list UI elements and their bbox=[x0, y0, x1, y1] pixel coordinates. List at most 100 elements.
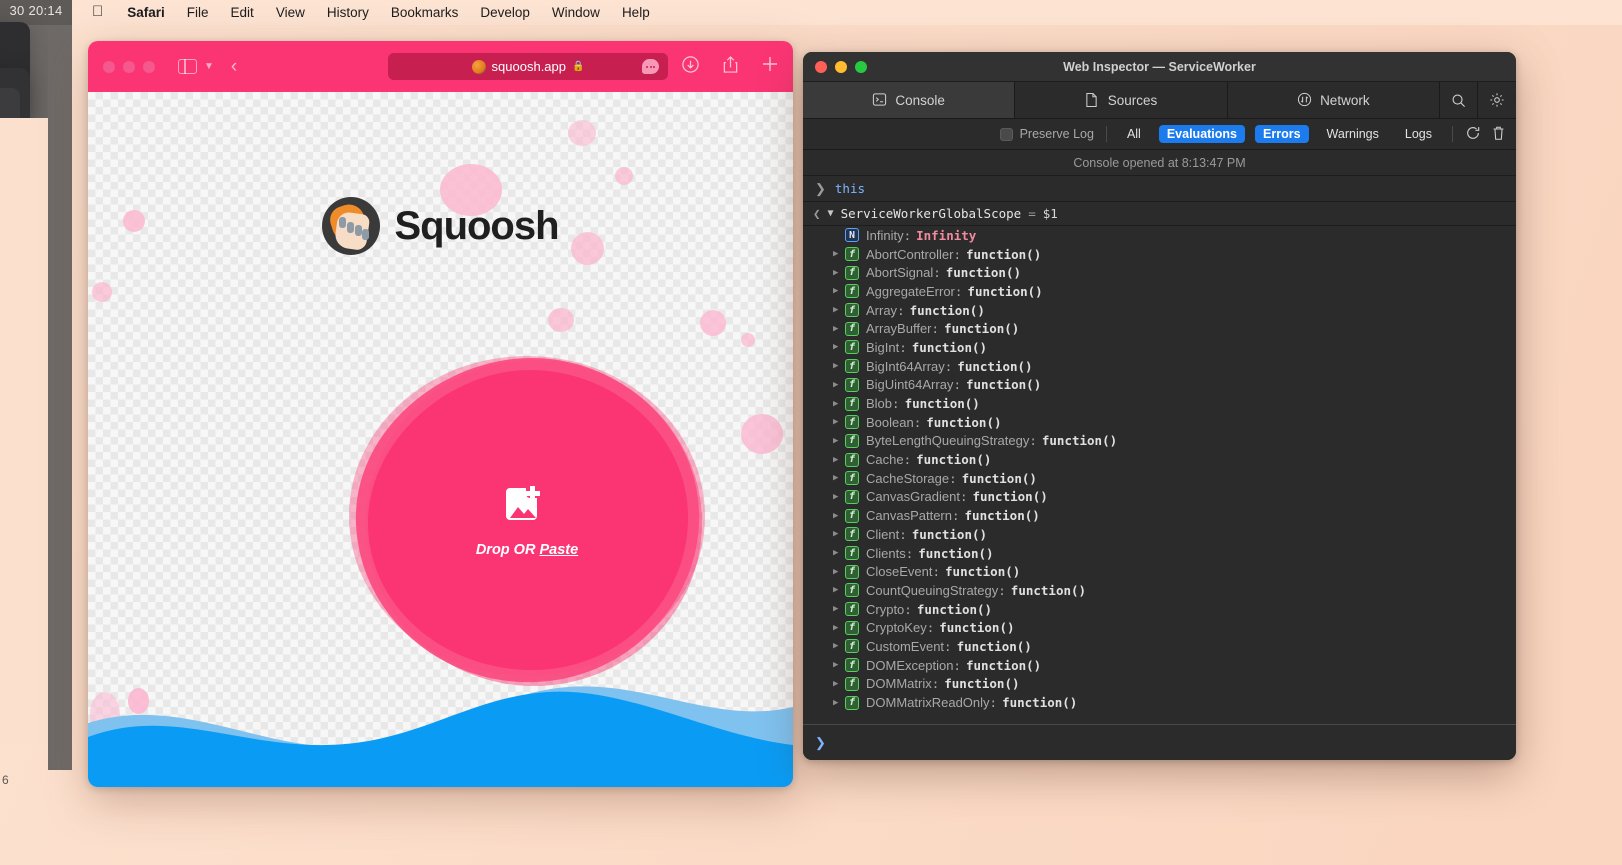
address-bar[interactable]: squoosh.app 🔒 bbox=[388, 53, 668, 80]
menu-item-help[interactable]: Help bbox=[611, 5, 661, 20]
filter-all[interactable]: All bbox=[1119, 125, 1149, 143]
filter-warnings[interactable]: Warnings bbox=[1319, 125, 1387, 143]
disclosure-triangle-icon[interactable]: ▶ bbox=[833, 324, 845, 334]
disclosure-triangle-open-icon[interactable]: ▼ bbox=[828, 208, 834, 219]
disclosure-triangle-icon[interactable]: ▶ bbox=[833, 567, 845, 577]
property-row[interactable]: ▶fCountQueuingStrategy:function() bbox=[803, 581, 1516, 600]
property-row[interactable]: ▶fClients:function() bbox=[803, 544, 1516, 563]
share-icon[interactable] bbox=[722, 55, 739, 79]
property-row[interactable]: ▶fBlob:function() bbox=[803, 394, 1516, 413]
property-row[interactable]: ▶fAggregateError:function() bbox=[803, 282, 1516, 301]
property-value: function() bbox=[957, 359, 1032, 374]
filter-logs[interactable]: Logs bbox=[1397, 125, 1440, 143]
plus-icon[interactable] bbox=[761, 55, 779, 78]
paste-link[interactable]: Paste bbox=[539, 542, 578, 558]
disclosure-triangle-icon[interactable]: ▶ bbox=[833, 679, 845, 689]
console-result-row[interactable]: ❮ ▼ ServiceWorkerGlobalScope = $1 bbox=[803, 202, 1516, 226]
property-row[interactable]: ▶fCacheStorage:function() bbox=[803, 469, 1516, 488]
console-input-prompt[interactable]: ❯ bbox=[803, 724, 1516, 760]
property-row[interactable]: ▶fCrypto:function() bbox=[803, 600, 1516, 619]
property-row[interactable]: ▶fDOMException:function() bbox=[803, 656, 1516, 675]
disclosure-triangle-icon[interactable]: ▶ bbox=[833, 511, 845, 521]
menu-item-window[interactable]: Window bbox=[541, 5, 611, 20]
sidebar-toggle-icon[interactable] bbox=[178, 59, 197, 74]
menu-item-view[interactable]: View bbox=[265, 5, 316, 20]
console-evaluation-row[interactable]: ❯ this bbox=[803, 176, 1516, 202]
disclosure-triangle-icon[interactable]: ▶ bbox=[833, 585, 845, 595]
property-row[interactable]: ▶fArrayBuffer:function() bbox=[803, 319, 1516, 338]
disclosure-triangle-icon[interactable]: ▶ bbox=[833, 548, 845, 558]
disclosure-triangle-icon[interactable]: ▶ bbox=[833, 361, 845, 371]
property-name: Blob bbox=[866, 396, 892, 411]
property-row[interactable]: ▶fCloseEvent:function() bbox=[803, 562, 1516, 581]
disclosure-triangle-icon[interactable]: ▶ bbox=[833, 660, 845, 670]
preserve-log-checkbox[interactable] bbox=[1000, 128, 1013, 141]
property-row[interactable]: ▶fDOMMatrix:function() bbox=[803, 675, 1516, 694]
property-row[interactable]: ▶fCanvasPattern:function() bbox=[803, 506, 1516, 525]
apple-logo-icon[interactable]:  bbox=[84, 3, 116, 22]
trash-icon[interactable] bbox=[1491, 125, 1506, 144]
property-row[interactable]: ▶fBigInt64Array:function() bbox=[803, 357, 1516, 376]
property-row[interactable]: ▶fBigInt:function() bbox=[803, 338, 1516, 357]
chevron-left-icon[interactable]: ‹ bbox=[231, 56, 237, 78]
property-row[interactable]: ▶fClient:function() bbox=[803, 525, 1516, 544]
reader-dots-icon[interactable] bbox=[642, 59, 659, 74]
property-value: function() bbox=[944, 676, 1019, 691]
disclosure-triangle-icon[interactable]: ▶ bbox=[833, 305, 845, 315]
property-row[interactable]: ▶fCache:function() bbox=[803, 450, 1516, 469]
property-row[interactable]: ▶fCryptoKey:function() bbox=[803, 618, 1516, 637]
disclosure-triangle-icon[interactable]: ▶ bbox=[833, 473, 845, 483]
disclosure-triangle-icon[interactable]: ▶ bbox=[833, 286, 845, 296]
minimize-window-button[interactable] bbox=[123, 61, 135, 73]
function-badge-icon: f bbox=[845, 378, 859, 392]
chevron-down-icon[interactable]: ▼ bbox=[204, 61, 214, 72]
gear-icon[interactable] bbox=[1478, 82, 1516, 118]
disclosure-triangle-icon[interactable]: ▶ bbox=[833, 604, 845, 614]
disclosure-triangle-icon[interactable]: ▶ bbox=[833, 268, 845, 278]
property-row[interactable]: ▶fAbortSignal:function() bbox=[803, 263, 1516, 282]
property-row[interactable]: ▶fCustomEvent:function() bbox=[803, 637, 1516, 656]
disclosure-triangle-icon[interactable]: ▶ bbox=[833, 342, 845, 352]
disclosure-triangle-icon[interactable]: ▶ bbox=[833, 417, 845, 427]
property-row[interactable]: ▶fBigUint64Array:function() bbox=[803, 376, 1516, 395]
menu-item-file[interactable]: File bbox=[176, 5, 220, 20]
close-window-button[interactable] bbox=[103, 61, 115, 73]
property-row[interactable]: ▶fArray:function() bbox=[803, 301, 1516, 320]
disclosure-triangle-icon[interactable]: ▶ bbox=[833, 436, 845, 446]
property-value: function() bbox=[918, 546, 993, 561]
clear-console-icon[interactable] bbox=[1465, 125, 1481, 144]
menu-item-bookmarks[interactable]: Bookmarks bbox=[380, 5, 470, 20]
disclosure-triangle-icon[interactable]: ▶ bbox=[833, 380, 845, 390]
disclosure-triangle-icon[interactable]: ▶ bbox=[833, 399, 845, 409]
disclosure-triangle-icon[interactable]: ▶ bbox=[833, 641, 845, 651]
property-row[interactable]: NInfinity:Infinity bbox=[803, 226, 1516, 245]
squoosh-logo: Squoosh bbox=[88, 197, 793, 255]
disclosure-triangle-icon[interactable]: ▶ bbox=[833, 455, 845, 465]
disclosure-triangle-icon[interactable]: ▶ bbox=[833, 623, 845, 633]
tab-console[interactable]: Console bbox=[803, 82, 1015, 118]
disclosure-triangle-icon[interactable]: ▶ bbox=[833, 492, 845, 502]
disclosure-triangle-icon[interactable]: ▶ bbox=[833, 249, 845, 259]
chevron-right-icon: ❯ bbox=[815, 181, 826, 197]
tab-network[interactable]: Network bbox=[1228, 82, 1440, 118]
disclosure-triangle-icon[interactable]: ▶ bbox=[833, 529, 845, 539]
preserve-log-toggle[interactable]: Preserve Log bbox=[1000, 127, 1094, 141]
filter-evaluations[interactable]: Evaluations bbox=[1159, 125, 1245, 143]
zoom-window-button[interactable] bbox=[143, 61, 155, 73]
property-row[interactable]: ▶fByteLengthQueuingStrategy:function() bbox=[803, 432, 1516, 451]
menu-item-safari[interactable]: Safari bbox=[116, 5, 176, 20]
menu-item-develop[interactable]: Develop bbox=[469, 5, 541, 20]
property-row[interactable]: ▶fAbortController:function() bbox=[803, 245, 1516, 264]
disclosure-triangle-icon[interactable]: ▶ bbox=[833, 698, 845, 708]
navigate-back-icon[interactable]: ❮ bbox=[813, 206, 821, 221]
tab-sources[interactable]: Sources bbox=[1015, 82, 1227, 118]
property-row[interactable]: ▶fBoolean:function() bbox=[803, 413, 1516, 432]
search-icon[interactable] bbox=[1440, 82, 1478, 118]
filter-errors[interactable]: Errors bbox=[1255, 125, 1309, 143]
menu-item-edit[interactable]: Edit bbox=[220, 5, 265, 20]
download-icon[interactable] bbox=[681, 55, 700, 79]
property-row[interactable]: ▶fCanvasGradient:function() bbox=[803, 488, 1516, 507]
menu-item-history[interactable]: History bbox=[316, 5, 380, 20]
property-row[interactable]: ▶fDOMMatrixReadOnly:function() bbox=[803, 693, 1516, 712]
console-property-list[interactable]: NInfinity:Infinity▶fAbortController:func… bbox=[803, 226, 1516, 712]
